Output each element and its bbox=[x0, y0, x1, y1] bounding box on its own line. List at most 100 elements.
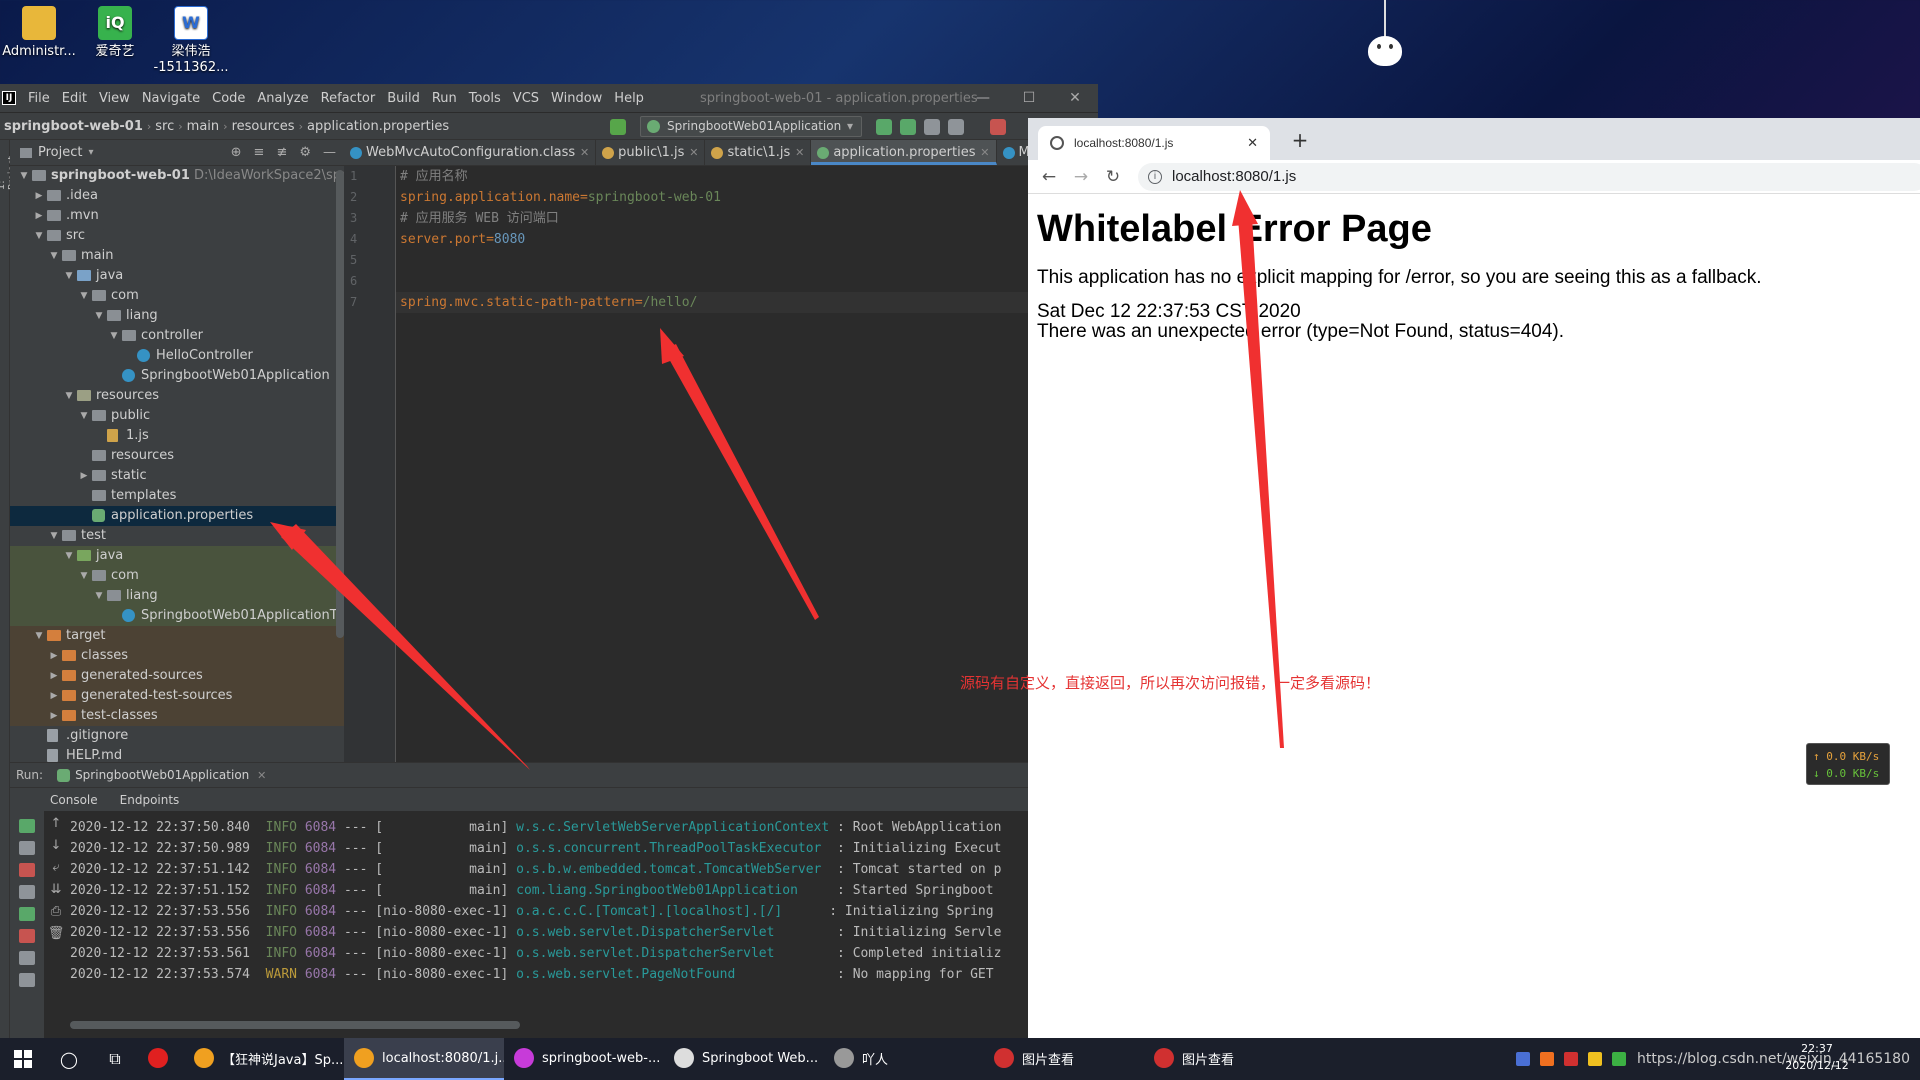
camera-icon[interactable] bbox=[19, 885, 35, 899]
taskbar-clock[interactable]: 22:37 2020/12/12 bbox=[1772, 1040, 1862, 1074]
tree-item[interactable]: ▼ com bbox=[10, 566, 344, 586]
breadcrumb-src[interactable]: src bbox=[151, 119, 178, 134]
chevron-down-icon[interactable]: ▼ bbox=[18, 166, 30, 186]
stop-icon[interactable] bbox=[990, 119, 1006, 135]
arrow-down-icon[interactable]: ↓ bbox=[46, 835, 66, 857]
menu-build[interactable]: Build bbox=[381, 91, 426, 106]
chevron-down-icon[interactable]: ▼ bbox=[78, 286, 90, 306]
breadcrumb-main[interactable]: main bbox=[183, 119, 223, 134]
minimize-button[interactable]: — bbox=[960, 84, 1006, 112]
chevron-down-icon[interactable]: ▼ bbox=[63, 266, 75, 286]
tree-item[interactable]: ▼ public bbox=[10, 406, 344, 426]
menu-navigate[interactable]: Navigate bbox=[136, 91, 206, 106]
shield-icon[interactable] bbox=[1587, 1052, 1602, 1066]
tree-item[interactable]: ▼ target bbox=[10, 626, 344, 646]
taskbar-app[interactable]: 吖人 bbox=[824, 1038, 984, 1080]
chevron-down-icon[interactable]: ▼ bbox=[48, 526, 60, 546]
debug-icon[interactable] bbox=[19, 907, 35, 921]
menu-code[interactable]: Code bbox=[206, 91, 251, 106]
scroll-to-end-icon[interactable]: ⇊ bbox=[46, 879, 66, 901]
chevron-down-icon[interactable]: ▼ bbox=[63, 546, 75, 566]
tree-item[interactable]: ▼ java bbox=[10, 266, 344, 286]
tree-item[interactable]: ▶ test-classes bbox=[10, 706, 344, 726]
project-view-selector[interactable]: Project bbox=[38, 145, 82, 160]
tree-item[interactable]: ▶ .mvn bbox=[10, 206, 344, 226]
tree-item[interactable]: ▶ classes bbox=[10, 646, 344, 666]
desktop-icon-word-doc[interactable]: W 梁伟浩 -1511362... bbox=[152, 6, 230, 76]
tree-item[interactable]: ▶ .idea bbox=[10, 186, 344, 206]
chevron-down-icon[interactable]: ▼ bbox=[93, 306, 105, 326]
soft-wrap-icon[interactable]: ⤶ bbox=[46, 857, 66, 879]
taskbar-app[interactable] bbox=[138, 1038, 184, 1080]
close-icon[interactable]: ✕ bbox=[795, 140, 804, 166]
tree-item[interactable]: ▶ static bbox=[10, 466, 344, 486]
breadcrumb-resources[interactable]: resources bbox=[228, 119, 299, 134]
desktop-icon-iqiyi[interactable]: iQ 爱奇艺 bbox=[76, 6, 154, 60]
tab-endpoints[interactable]: Endpoints bbox=[120, 793, 180, 807]
menu-tools[interactable]: Tools bbox=[463, 91, 507, 106]
trash-icon[interactable]: 🗑 bbox=[46, 923, 66, 945]
menu-edit[interactable]: Edit bbox=[56, 91, 93, 106]
code-line[interactable] bbox=[396, 250, 1098, 271]
taskbar-app[interactable]: Springboot Web... bbox=[664, 1038, 824, 1080]
chevron-right-icon[interactable]: ▶ bbox=[48, 686, 60, 706]
tree-item[interactable]: SpringbootWeb01Application bbox=[10, 366, 344, 386]
chevron-right-icon[interactable]: ▶ bbox=[48, 646, 60, 666]
close-icon[interactable]: ✕ bbox=[980, 140, 989, 166]
tree-item[interactable]: ▼ springboot-web-01 D:\IdeaWorkSpace2\spr… bbox=[10, 166, 344, 186]
menu-run[interactable]: Run bbox=[426, 91, 463, 106]
chevron-down-icon[interactable]: ▼ bbox=[108, 326, 120, 346]
profile-icon[interactable] bbox=[948, 119, 964, 135]
editor-tab[interactable]: WebMvcAutoConfiguration.class ✕ bbox=[344, 140, 597, 165]
chevron-right-icon[interactable]: ▶ bbox=[78, 466, 90, 486]
browser-tab[interactable]: localhost:8080/1.js ✕ bbox=[1038, 126, 1270, 160]
maximize-button[interactable]: ☐ bbox=[1006, 84, 1052, 112]
console-horizontal-scrollbar[interactable] bbox=[70, 1021, 520, 1029]
tree-item[interactable]: ▼ main bbox=[10, 246, 344, 266]
hide-panel-icon[interactable]: — bbox=[323, 145, 336, 160]
intellij-tray-icon[interactable] bbox=[1515, 1052, 1530, 1066]
tree-item[interactable]: HelloController bbox=[10, 346, 344, 366]
chevron-right-icon[interactable]: ▶ bbox=[48, 706, 60, 726]
build-hammer-icon[interactable] bbox=[610, 119, 626, 135]
chevron-right-icon[interactable]: ▶ bbox=[33, 186, 45, 206]
locate-file-icon[interactable]: ⊕ bbox=[231, 145, 242, 160]
code-line[interactable]: # 应用服务 WEB 访问端口 bbox=[396, 208, 1098, 229]
app-tray-icon[interactable] bbox=[1539, 1052, 1554, 1066]
close-icon[interactable]: ✕ bbox=[1247, 126, 1258, 160]
rerun-icon[interactable] bbox=[19, 819, 35, 833]
tree-item[interactable]: ▶ generated-sources bbox=[10, 666, 344, 686]
wrench-icon[interactable] bbox=[19, 841, 35, 855]
pin-icon[interactable] bbox=[19, 973, 35, 987]
taskbar-app[interactable]: springboot-web-... bbox=[504, 1038, 664, 1080]
chevron-down-icon[interactable]: ▼ bbox=[33, 626, 45, 646]
chevron-right-icon[interactable]: ▶ bbox=[33, 206, 45, 226]
tree-item[interactable]: SpringbootWeb01ApplicationTe bbox=[10, 606, 344, 626]
expand-all-icon[interactable]: ≡ bbox=[254, 145, 265, 160]
breadcrumb-file[interactable]: application.properties bbox=[303, 119, 453, 134]
taskbar-app[interactable]: 图片查看 bbox=[1144, 1038, 1304, 1080]
start-button[interactable] bbox=[0, 1038, 46, 1080]
tree-item[interactable]: ▼ resources bbox=[10, 386, 344, 406]
code-line[interactable]: server.port=8080 bbox=[396, 229, 1098, 250]
menu-analyze[interactable]: Analyze bbox=[251, 91, 314, 106]
debug-icon[interactable] bbox=[900, 119, 916, 135]
rerun-icon[interactable] bbox=[876, 119, 892, 135]
stop-icon[interactable] bbox=[19, 863, 35, 877]
close-window-button[interactable]: ✕ bbox=[1052, 84, 1098, 112]
tree-item[interactable]: ▼ liang bbox=[10, 586, 344, 606]
tree-item[interactable]: ▼ src bbox=[10, 226, 344, 246]
tab-console[interactable]: Console bbox=[50, 793, 98, 807]
close-icon[interactable]: ✕ bbox=[257, 769, 266, 782]
new-tab-button[interactable]: + bbox=[1286, 126, 1314, 154]
gear-icon[interactable]: ⚙ bbox=[299, 145, 311, 160]
menu-file[interactable]: File bbox=[22, 91, 56, 106]
back-arrow-icon[interactable]: ← bbox=[1038, 166, 1060, 188]
chevron-down-icon[interactable]: ▼ bbox=[63, 386, 75, 406]
tree-item[interactable]: ▼ java bbox=[10, 546, 344, 566]
task-view-icon[interactable]: ⧉ bbox=[92, 1038, 138, 1080]
chevron-down-icon[interactable]: ▼ bbox=[78, 406, 90, 426]
tree-item[interactable]: 1.js bbox=[10, 426, 344, 446]
coverage-icon[interactable] bbox=[924, 119, 940, 135]
info-icon[interactable]: i bbox=[1148, 170, 1162, 184]
